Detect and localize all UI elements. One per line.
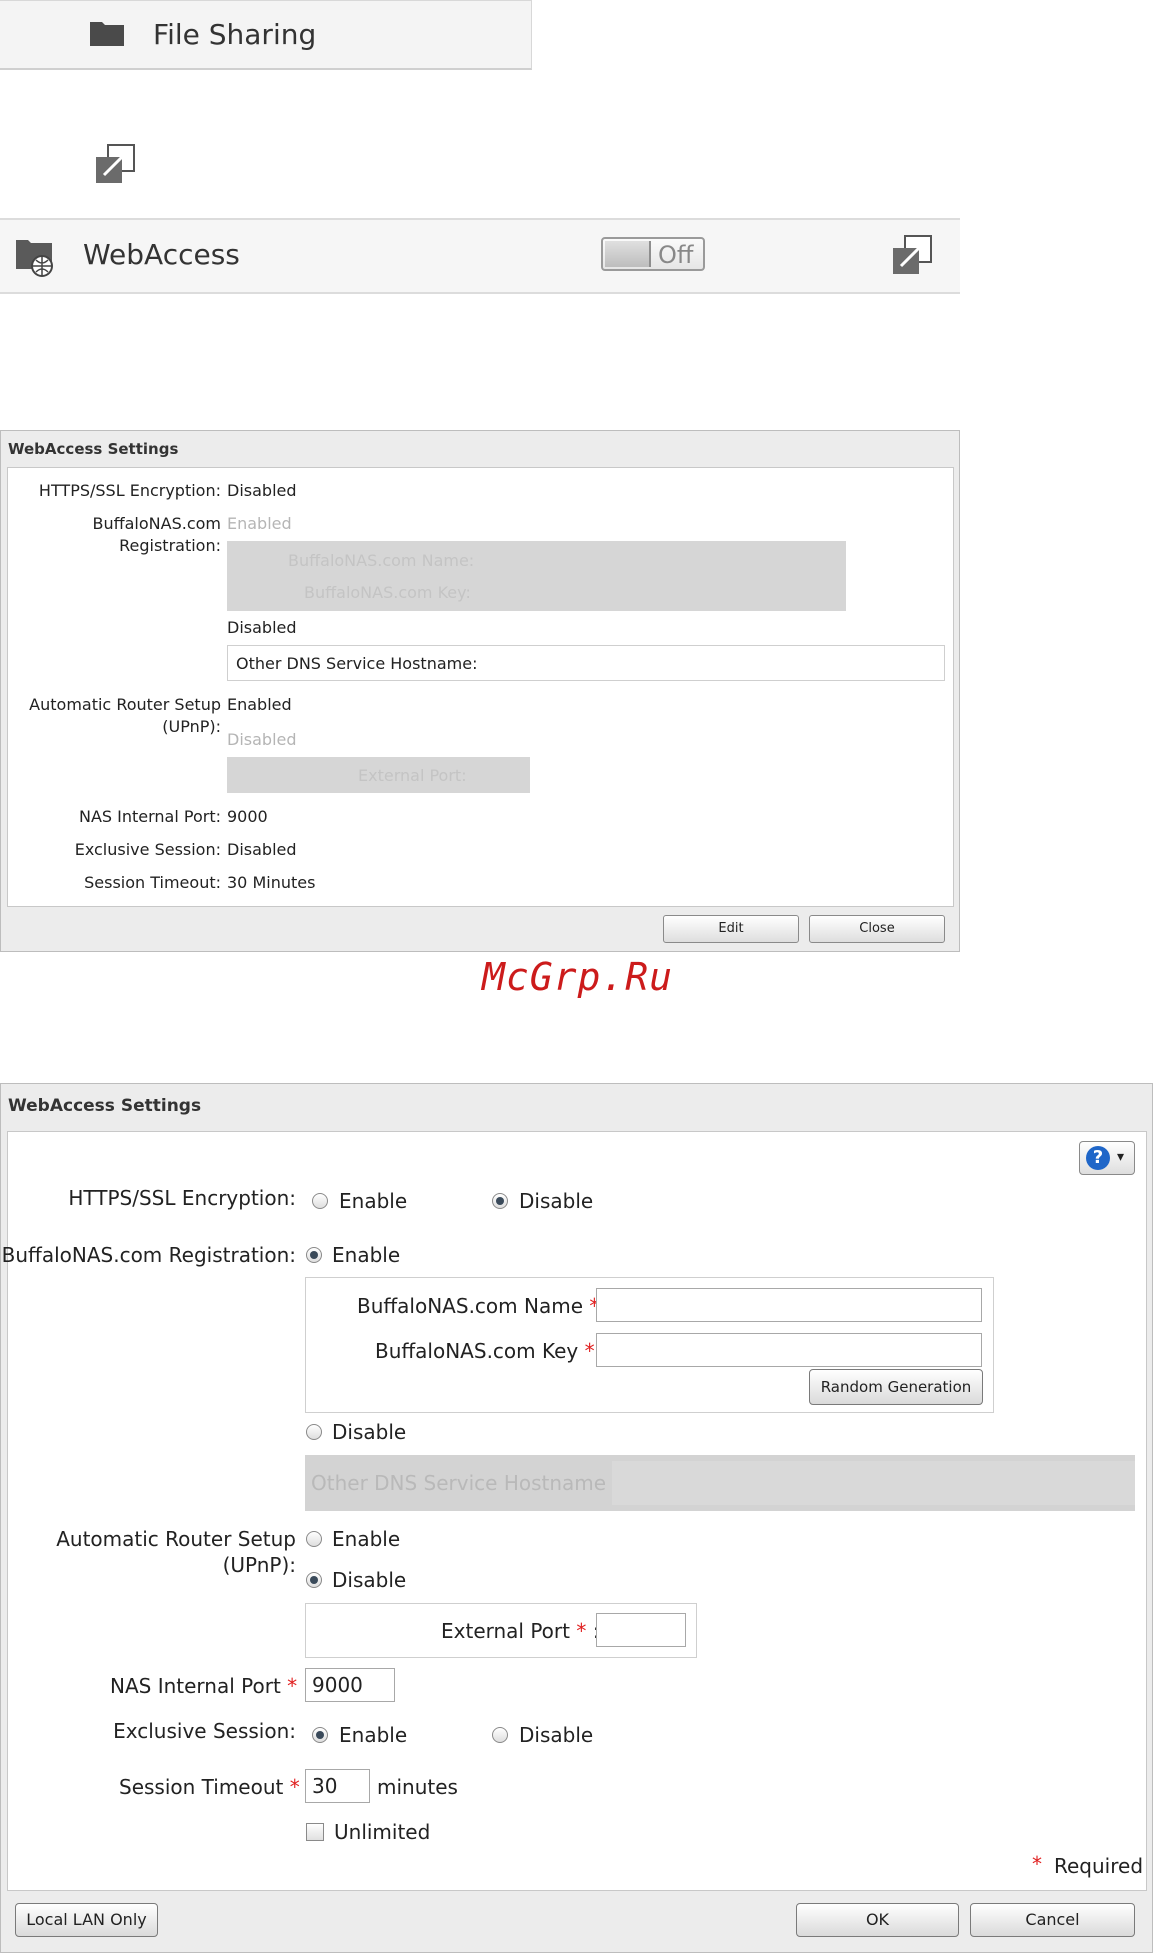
required-note: Required	[1054, 1854, 1144, 1878]
unlimited-checkbox[interactable]	[306, 1823, 324, 1841]
help-menu-button[interactable]: ? ▾	[1079, 1141, 1135, 1175]
upnp-label-2: (UPnP):	[162, 717, 221, 736]
exclusive-disable-label[interactable]: Disable	[519, 1723, 593, 1747]
open-settings-icon[interactable]	[94, 143, 136, 185]
webaccess-toggle[interactable]: Off	[601, 237, 705, 271]
upnp-label-2: (UPnP):	[222, 1553, 296, 1577]
upnp-enabled-value: Enabled	[227, 695, 292, 714]
exclusive-enable-radio[interactable]	[312, 1727, 328, 1743]
https-label: HTTPS/SSL Encryption:	[38, 481, 221, 500]
upnp-disabled-value: Disabled	[227, 730, 297, 749]
upnp-disable-radio[interactable]	[306, 1572, 322, 1588]
https-enable-radio[interactable]	[312, 1193, 328, 1209]
external-port-input[interactable]	[596, 1613, 686, 1647]
required-star: *	[584, 1339, 595, 1363]
https-enable-label[interactable]: Enable	[339, 1189, 407, 1213]
upnp-enable-radio[interactable]	[306, 1531, 322, 1547]
other-dns-label: Other DNS Service Hostname * :	[311, 1471, 636, 1495]
exclusive-session-label: Exclusive Session:	[113, 1719, 296, 1743]
caret-down-icon: ▾	[1117, 1149, 1125, 1165]
required-star: *	[287, 1674, 298, 1698]
local-lan-only-button[interactable]: Local LAN Only	[15, 1903, 158, 1937]
https-label: HTTPS/SSL Encryption:	[68, 1186, 296, 1210]
required-star: *	[289, 1775, 300, 1799]
internal-port-value: 9000	[227, 807, 268, 826]
toggle-state-text: Off	[658, 241, 694, 269]
required-star: *	[1032, 1852, 1042, 1876]
registration-label-2: Registration:	[119, 536, 221, 555]
session-timeout-value: 30 Minutes	[227, 873, 316, 892]
buffalonas-name-label: BuffaloNAS.com Name:	[288, 551, 475, 570]
webaccess-label: WebAccess	[83, 238, 240, 271]
timeout-unit-label: minutes	[377, 1775, 458, 1799]
registration-label: BuffaloNAS.com	[92, 514, 221, 533]
other-dns-label: Other DNS Service Hostname:	[236, 654, 478, 673]
dialog-title: WebAccess Settings	[8, 1096, 202, 1116]
registration-disable-radio[interactable]	[306, 1424, 322, 1440]
random-generation-button[interactable]: Random Generation	[809, 1369, 983, 1405]
buffalonas-key-input[interactable]	[596, 1333, 982, 1367]
exclusive-session-value: Disabled	[227, 840, 297, 859]
watermark: McGrp.Ru	[482, 955, 674, 999]
exclusive-enable-label[interactable]: Enable	[339, 1723, 407, 1747]
upnp-enable-label[interactable]: Enable	[332, 1527, 400, 1551]
cancel-button[interactable]: Cancel	[970, 1903, 1135, 1937]
external-port-label: External Port * :	[441, 1619, 599, 1643]
https-disable-label[interactable]: Disable	[519, 1189, 593, 1213]
toggle-knob	[605, 241, 651, 267]
session-timeout-input[interactable]: 30	[305, 1769, 370, 1803]
folder-icon	[90, 22, 124, 46]
buffalonas-key-label: BuffaloNAS.com Key * :	[375, 1339, 608, 1363]
unlimited-label[interactable]: Unlimited	[334, 1820, 430, 1844]
session-timeout-label: Session Timeout * :	[119, 1775, 313, 1799]
buffalonas-key-label: BuffaloNAS.com Key:	[304, 583, 471, 602]
internal-port-input[interactable]: 9000	[305, 1668, 395, 1702]
upnp-disable-label[interactable]: Disable	[332, 1568, 406, 1592]
registration-enable-radio[interactable]	[306, 1247, 322, 1263]
help-icon: ?	[1086, 1146, 1110, 1170]
registration-enable-label[interactable]: Enable	[332, 1243, 400, 1267]
registration-disabled-value: Disabled	[227, 618, 297, 637]
https-disable-radio[interactable]	[492, 1193, 508, 1209]
ok-button[interactable]: OK	[796, 1903, 959, 1937]
internal-port-label: NAS Internal Port * :	[110, 1674, 310, 1698]
buffalonas-name-label: BuffaloNAS.com Name * :	[357, 1294, 612, 1318]
upnp-label: Automatic Router Setup	[56, 1527, 296, 1551]
registration-label: BuffaloNAS.com Registration:	[1, 1243, 296, 1267]
https-value: Disabled	[227, 481, 297, 500]
dialog-title: WebAccess Settings	[8, 440, 179, 458]
buffalonas-name-input[interactable]	[596, 1288, 982, 1322]
session-timeout-label: Session Timeout:	[84, 873, 221, 892]
upnp-label: Automatic Router Setup	[29, 695, 221, 714]
registration-disable-label[interactable]: Disable	[332, 1420, 406, 1444]
edit-button[interactable]: Edit	[663, 915, 799, 943]
open-settings-icon[interactable]	[891, 234, 933, 276]
file-sharing-label: File Sharing	[153, 18, 317, 51]
exclusive-session-label: Exclusive Session:	[74, 840, 221, 859]
other-dns-input	[612, 1461, 1135, 1505]
external-port-label: External Port:	[358, 766, 467, 785]
internal-port-label: NAS Internal Port:	[78, 807, 221, 826]
webaccess-folder-globe-icon	[16, 240, 53, 277]
close-button[interactable]: Close	[809, 915, 945, 943]
registration-enabled-value: Enabled	[227, 514, 292, 533]
required-star: *	[576, 1619, 587, 1643]
exclusive-disable-radio[interactable]	[492, 1727, 508, 1743]
